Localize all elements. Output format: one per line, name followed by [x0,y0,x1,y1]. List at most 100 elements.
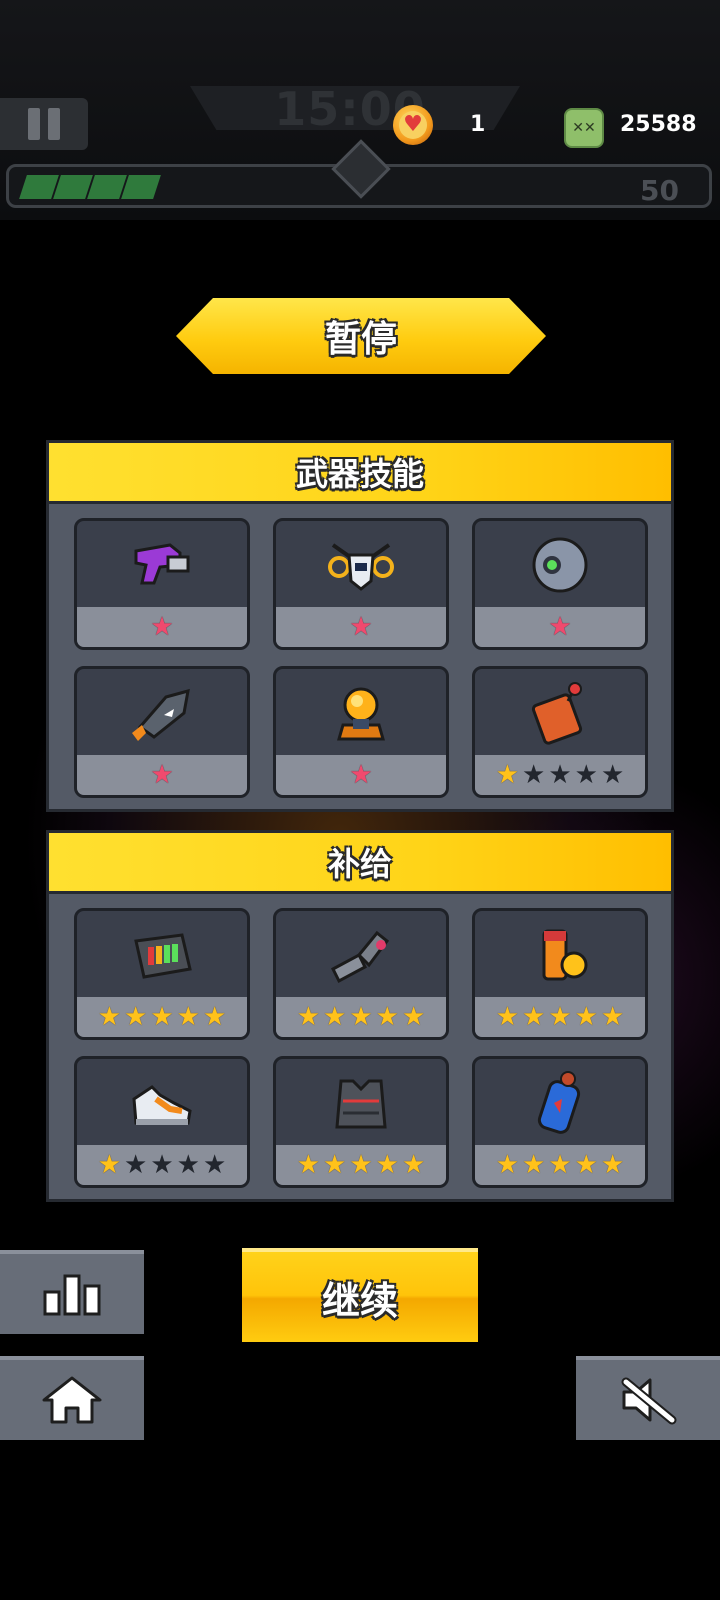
star-icon: ★ [548,612,572,642]
star-filled-icon: ★ [600,1150,625,1180]
weapons-card[interactable]: ★ [472,518,648,650]
star-icon: ★ [349,612,373,642]
page-title: 暂停 [324,319,397,360]
sneaker-icon [77,1059,247,1147]
mute-button[interactable] [576,1356,720,1440]
weapons-card[interactable]: ★ [273,666,449,798]
star-filled-icon: ★ [495,760,520,790]
star-icon: ★ [349,760,373,790]
star-filled-icon: ★ [495,1002,520,1032]
star-empty-icon: ★ [202,1150,227,1180]
weapon-grid: ★ ★ ★ ★ ★ ★ ★ ★ ★ ★ [49,504,671,798]
star-filled-icon: ★ [296,1002,321,1032]
supplies-card[interactable]: ★ ★ ★ ★ ★ [74,908,250,1040]
shark-rocket-icon [77,669,247,757]
star-filled-icon: ★ [574,1002,598,1032]
star-rating: ★ ★ ★ ★ ★ [475,997,645,1037]
star-filled-icon: ★ [574,1150,598,1180]
star-filled-icon: ★ [349,1002,373,1032]
star-icon: ★ [150,612,174,642]
star-filled-icon: ★ [600,1002,625,1032]
star-filled-icon: ★ [495,1150,520,1180]
supplies-title: 补给 [327,845,392,883]
bar-chart-icon [43,1274,101,1316]
weapons-card[interactable]: ★ [74,518,250,650]
star-filled-icon: ★ [375,1002,399,1032]
star-filled-icon: ★ [375,1150,399,1180]
remote-detonator-icon [475,669,645,757]
star-empty-icon: ★ [574,760,598,790]
star-empty-icon: ★ [150,1150,174,1180]
supplies-card[interactable]: ★ ★ ★ ★ ★ [74,1056,250,1188]
star-rating: ★ ★ ★ ★ ★ [276,997,446,1037]
xp-fill-segment [121,175,161,199]
supplies-card[interactable]: ★ ★ ★ ★ ★ [472,1056,648,1188]
star-filled-icon: ★ [401,1150,426,1180]
star-filled-icon: ★ [97,1150,122,1180]
weapon-skills-panel: 武器技能 ★ ★ ★ ★ ★ ★ ★ ★ ★ ★ [46,440,674,812]
battery-pack-icon [77,911,247,999]
home-icon [42,1376,102,1424]
star-icon: ★ [150,760,174,790]
supplies-card[interactable]: ★ ★ ★ ★ ★ [472,908,648,1040]
speaker-muted-icon [621,1377,677,1425]
star-filled-icon: ★ [296,1150,321,1180]
plasma-turret-icon [276,669,446,757]
robot-arm-icon [276,911,446,999]
star-filled-icon: ★ [548,1002,572,1032]
star-empty-icon: ★ [522,760,546,790]
weapon-skills-header: 武器技能 [49,443,671,504]
star-empty-icon: ★ [600,760,625,790]
supplies-card[interactable]: ★ ★ ★ ★ ★ [273,1056,449,1188]
level-number: 50 [640,174,679,207]
star-filled-icon: ★ [176,1002,200,1032]
energy-drink-icon [475,911,645,999]
supplies-header: 补给 [49,833,671,894]
star-rating: ★ ★ ★ ★ ★ [276,1145,446,1185]
star-empty-icon: ★ [124,1150,148,1180]
weapons-card[interactable]: ★ [74,666,250,798]
star-filled-icon: ★ [349,1150,373,1180]
star-rating: ★ [77,755,247,795]
star-filled-icon: ★ [401,1002,426,1032]
continue-label: 继续 [321,1278,398,1323]
purple-blaster-icon [77,521,247,609]
supply-grid: ★ ★ ★ ★ ★ ★ ★ ★ ★ ★ ★ ★ ★ ★ ★ ★ ★ ★ ★ ★ ★ ★ ★ ★ ★ ★ ★ ★ ★ ★ [49,894,671,1188]
continue-button[interactable]: 继续 [242,1248,478,1342]
star-filled-icon: ★ [522,1002,546,1032]
star-rating: ★ [276,607,446,647]
star-filled-icon: ★ [124,1002,148,1032]
star-filled-icon: ★ [97,1002,122,1032]
star-filled-icon: ★ [202,1002,227,1032]
fuel-canister-icon [475,1059,645,1147]
supplies-card[interactable]: ★ ★ ★ ★ ★ [273,908,449,1040]
star-rating: ★ ★ ★ ★ ★ [77,997,247,1037]
star-filled-icon: ★ [150,1002,174,1032]
star-empty-icon: ★ [548,760,572,790]
star-rating: ★ [475,607,645,647]
pause-icon-bar [48,108,60,140]
xp-fill-segment [53,175,93,199]
star-rating: ★ [77,607,247,647]
kill-count: 25588 [620,112,697,137]
pause-title-banner: 暂停 [176,298,546,374]
stats-button[interactable] [0,1250,144,1334]
pause-button[interactable] [0,98,88,150]
weapons-card[interactable]: ★ [273,518,449,650]
star-filled-icon: ★ [548,1150,572,1180]
star-rating: ★ ★ ★ ★ ★ [77,1145,247,1185]
star-filled-icon: ★ [323,1002,347,1032]
xp-fill-segment [19,175,59,199]
weapon-skills-title: 武器技能 [295,455,424,493]
weapons-card[interactable]: ★ ★ ★ ★ ★ [472,666,648,798]
home-button[interactable] [0,1356,144,1440]
drone-bot-icon [276,521,446,609]
skull-icon: ✕✕ [564,108,604,148]
heart-icon: ♥ [393,105,433,145]
star-filled-icon: ★ [323,1150,347,1180]
heart-count: 1 [470,112,486,137]
star-empty-icon: ★ [176,1150,200,1180]
star-rating: ★ ★ ★ ★ ★ [475,755,645,795]
xp-fill-segment [87,175,127,199]
star-rating: ★ [276,755,446,795]
